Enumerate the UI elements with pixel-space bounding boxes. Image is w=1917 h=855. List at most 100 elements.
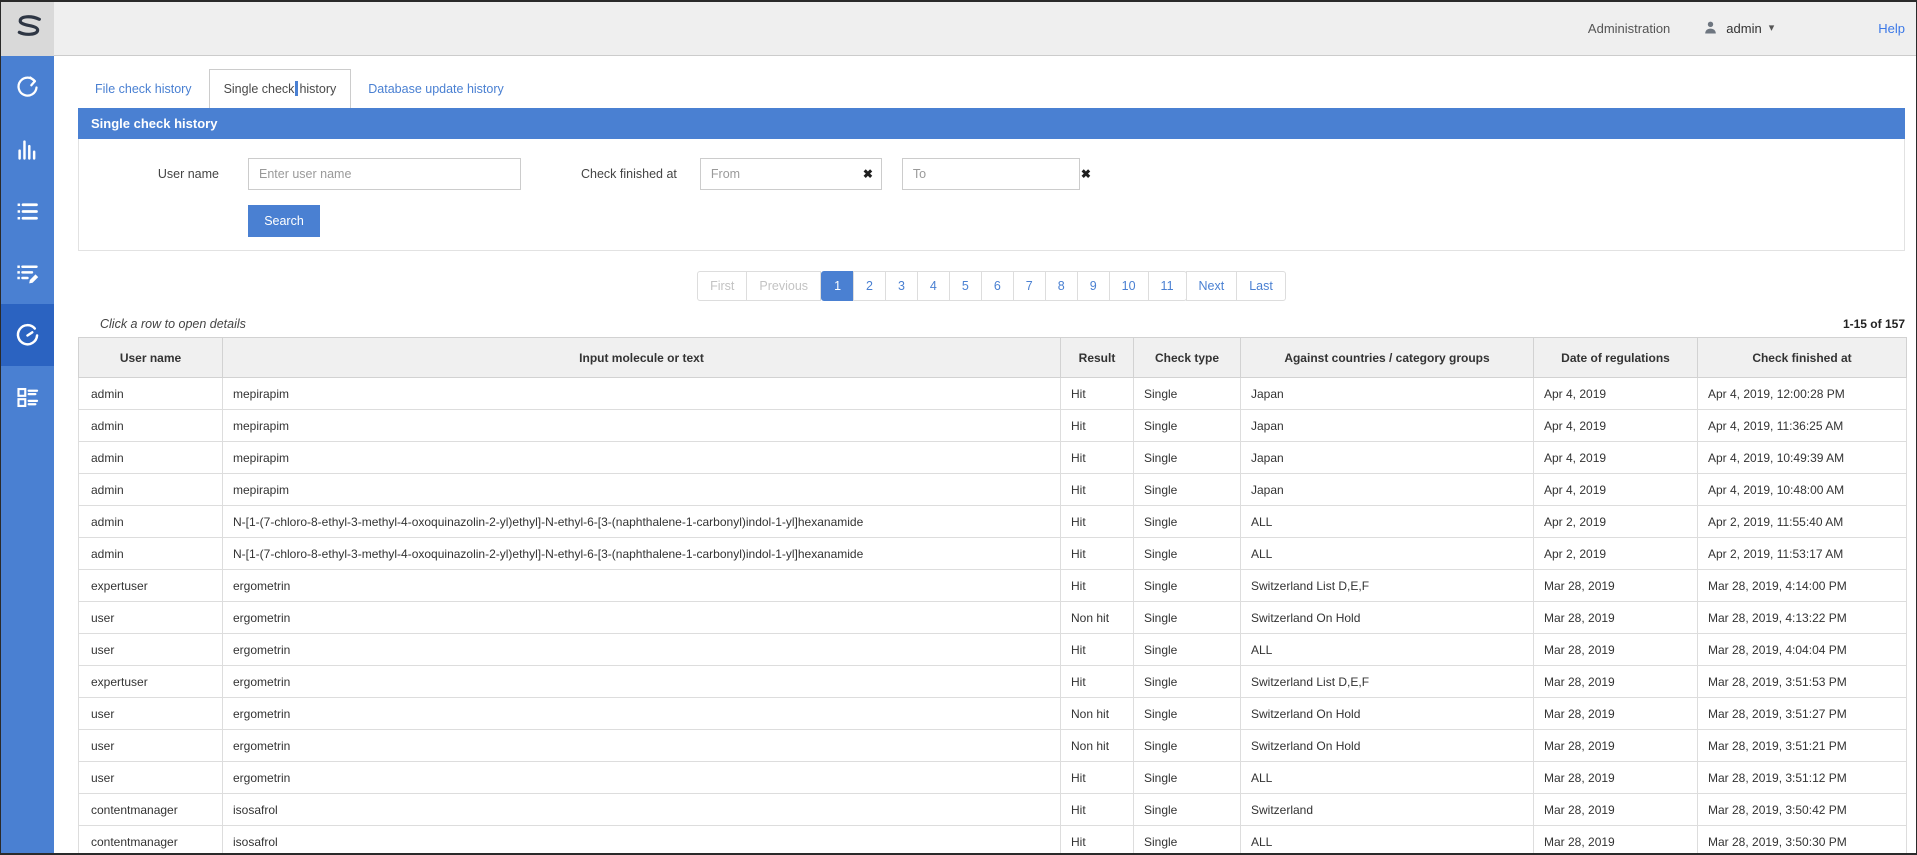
- table-cell: isosafrol: [223, 826, 1061, 855]
- table-cell: Mar 28, 2019, 3:51:21 PM: [1698, 730, 1907, 762]
- table-cell: Single: [1134, 666, 1241, 698]
- meta-row: Click a row to open details 1-15 of 157: [78, 311, 1905, 331]
- table-cell: Single: [1134, 442, 1241, 474]
- table-cell: Mar 28, 2019: [1534, 634, 1698, 666]
- table-cell: Mar 28, 2019, 3:50:30 PM: [1698, 826, 1907, 855]
- table-row[interactable]: userergometrinNon hitSingleSwitzerland O…: [79, 602, 1907, 634]
- table-cell: Switzerland List D,E,F: [1241, 666, 1534, 698]
- sidebar-item-list-edit[interactable]: [1, 242, 54, 304]
- table-cell: ergometrin: [223, 730, 1061, 762]
- result-range-text: 1-15 of 157: [1843, 317, 1905, 331]
- tab-database-update-history[interactable]: Database update history: [351, 69, 521, 108]
- sidebar-item-statistics[interactable]: [1, 118, 54, 180]
- page-button-6[interactable]: 6: [981, 271, 1014, 301]
- search-button[interactable]: Search: [248, 205, 320, 237]
- table-cell: contentmanager: [79, 826, 223, 855]
- topbar: Administration admin ▾ Help: [54, 2, 1916, 56]
- last-page-button[interactable]: Last: [1236, 271, 1286, 301]
- table-cell: Hit: [1061, 538, 1134, 570]
- table-cell: mepirapim: [223, 410, 1061, 442]
- table-cell: Single: [1134, 762, 1241, 794]
- first-page-button[interactable]: First: [697, 271, 747, 301]
- table-cell: Apr 2, 2019, 11:55:40 AM: [1698, 506, 1907, 538]
- page-button-1[interactable]: 1: [821, 271, 854, 301]
- search-form: User name Check finished at ✖ ✖: [78, 139, 1905, 251]
- sidebar-item-reports[interactable]: [1, 366, 54, 428]
- table-cell: N-[1-(7-chloro-8-ethyl-3-methyl-4-oxoqui…: [223, 538, 1061, 570]
- table-cell: Switzerland On Hold: [1241, 602, 1534, 634]
- sidebar-item-check[interactable]: [1, 56, 54, 118]
- page-button-9[interactable]: 9: [1077, 271, 1110, 301]
- table-row[interactable]: adminmepirapimHitSingleJapanApr 4, 2019A…: [79, 442, 1907, 474]
- table-cell: Mar 28, 2019: [1534, 826, 1698, 855]
- administration-link[interactable]: Administration: [1588, 21, 1670, 36]
- table-row[interactable]: expertuserergometrinHitSingleSwitzerland…: [79, 666, 1907, 698]
- table-cell: ergometrin: [223, 602, 1061, 634]
- date-to-input[interactable]: [902, 158, 1080, 190]
- table-cell: Mar 28, 2019: [1534, 794, 1698, 826]
- tab-single-check-history[interactable]: Single checkhistory: [209, 69, 352, 108]
- table-cell: user: [79, 602, 223, 634]
- panel-title: Single check history: [78, 108, 1905, 139]
- history-table: User name Input molecule or text Result …: [78, 337, 1907, 855]
- table-cell: Mar 28, 2019, 4:13:22 PM: [1698, 602, 1907, 634]
- next-page-button[interactable]: Next: [1186, 271, 1238, 301]
- table-cell: N-[1-(7-chloro-8-ethyl-3-methyl-4-oxoqui…: [223, 506, 1061, 538]
- user-menu[interactable]: admin ▾: [1702, 19, 1774, 39]
- tab-file-check-history[interactable]: File check history: [78, 69, 209, 108]
- table-row[interactable]: userergometrinNon hitSingleSwitzerland O…: [79, 730, 1907, 762]
- clear-from-icon[interactable]: ✖: [863, 166, 873, 182]
- table-row[interactable]: adminmepirapimHitSingleJapanApr 4, 2019A…: [79, 410, 1907, 442]
- table-row[interactable]: userergometrinHitSingleALLMar 28, 2019Ma…: [79, 762, 1907, 794]
- page-button-11[interactable]: 11: [1148, 271, 1187, 301]
- table-row[interactable]: userergometrinHitSingleALLMar 28, 2019Ma…: [79, 634, 1907, 666]
- sidebar-item-history[interactable]: [1, 304, 54, 366]
- table-cell: Mar 28, 2019: [1534, 698, 1698, 730]
- page-button-10[interactable]: 10: [1109, 271, 1149, 301]
- previous-page-button[interactable]: Previous: [746, 271, 821, 301]
- header-user-name: User name: [79, 338, 223, 378]
- page-button-8[interactable]: 8: [1045, 271, 1078, 301]
- table-row[interactable]: adminmepirapimHitSingleJapanApr 4, 2019A…: [79, 378, 1907, 410]
- page-button-7[interactable]: 7: [1013, 271, 1046, 301]
- table-cell: Single: [1134, 698, 1241, 730]
- table-row[interactable]: adminN-[1-(7-chloro-8-ethyl-3-methyl-4-o…: [79, 506, 1907, 538]
- table-row[interactable]: expertuserergometrinHitSingleSwitzerland…: [79, 570, 1907, 602]
- check-finished-label: Check finished at: [581, 167, 677, 181]
- table-cell: Mar 28, 2019: [1534, 666, 1698, 698]
- tab-bar: File check history Single checkhistory D…: [78, 69, 1905, 108]
- table-row[interactable]: adminN-[1-(7-chloro-8-ethyl-3-methyl-4-o…: [79, 538, 1907, 570]
- table-cell: Apr 2, 2019: [1534, 506, 1698, 538]
- table-row[interactable]: userergometrinNon hitSingleSwitzerland O…: [79, 698, 1907, 730]
- page-button-2[interactable]: 2: [853, 271, 886, 301]
- table-cell: Mar 28, 2019, 3:51:12 PM: [1698, 762, 1907, 794]
- user-name-input[interactable]: [248, 158, 521, 190]
- header-against-countries: Against countries / category groups: [1241, 338, 1534, 378]
- table-cell: ALL: [1241, 634, 1534, 666]
- sidebar-item-lists[interactable]: [1, 180, 54, 242]
- table-cell: Apr 4, 2019: [1534, 442, 1698, 474]
- table-cell: Non hit: [1061, 698, 1134, 730]
- app-logo[interactable]: [1, 2, 54, 56]
- table-row[interactable]: contentmanagerisosafrolHitSingleSwitzerl…: [79, 794, 1907, 826]
- table-cell: Single: [1134, 506, 1241, 538]
- table-cell: Hit: [1061, 634, 1134, 666]
- table-cell: Mar 28, 2019, 3:51:53 PM: [1698, 666, 1907, 698]
- table-cell: Mar 28, 2019, 3:51:27 PM: [1698, 698, 1907, 730]
- table-cell: ergometrin: [223, 698, 1061, 730]
- table-cell: Apr 4, 2019, 11:36:25 AM: [1698, 410, 1907, 442]
- page-button-3[interactable]: 3: [885, 271, 918, 301]
- help-link[interactable]: Help: [1878, 21, 1905, 36]
- clear-to-icon[interactable]: ✖: [1081, 166, 1091, 182]
- table-cell: Mar 28, 2019: [1534, 602, 1698, 634]
- table-row[interactable]: adminmepirapimHitSingleJapanApr 4, 2019A…: [79, 474, 1907, 506]
- date-from-input[interactable]: [700, 158, 882, 190]
- table-cell: Japan: [1241, 410, 1534, 442]
- text-cursor: [295, 81, 298, 96]
- table-cell: contentmanager: [79, 794, 223, 826]
- table-cell: Hit: [1061, 442, 1134, 474]
- page-button-5[interactable]: 5: [949, 271, 982, 301]
- table-cell: admin: [79, 538, 223, 570]
- table-row[interactable]: contentmanagerisosafrolHitSingleALLMar 2…: [79, 826, 1907, 855]
- page-button-4[interactable]: 4: [917, 271, 950, 301]
